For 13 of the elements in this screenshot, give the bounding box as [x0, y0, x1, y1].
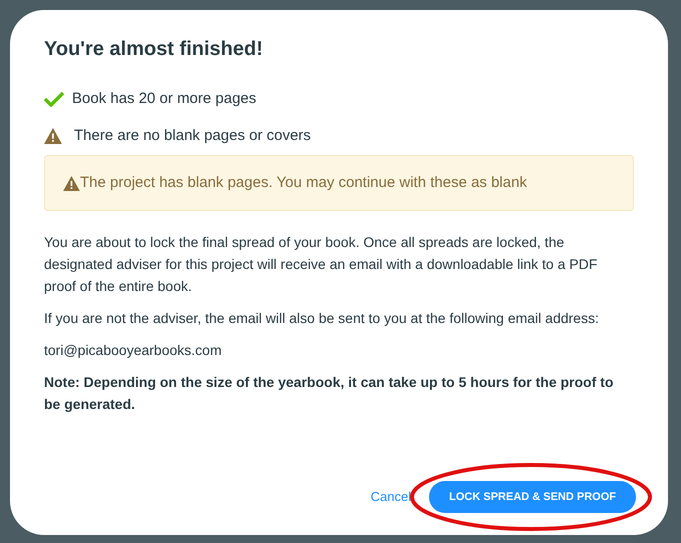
- lock-spread-button[interactable]: LOCK SPREAD & SEND PROOF: [429, 481, 636, 513]
- check-label: Book has 20 or more pages: [72, 89, 256, 109]
- warning-icon: [63, 176, 80, 190]
- alert-text: The project has blank pages. You may continue with these as blank: [80, 172, 527, 193]
- dialog-title: You're almost finished!: [44, 37, 264, 62]
- check-icon: [44, 91, 64, 108]
- warning-icon: [44, 128, 62, 144]
- cancel-button[interactable]: Cancel: [370, 487, 412, 507]
- paragraph: You are about to lock the final spread of your book. Once all spreads are locked, the designated adviser for this project will receive an email with a downloadable link to a PDF proof of the entire book.: [44, 233, 598, 296]
- paragraph: If you are not the adviser, the email will also be sent to you at the following email address:: [44, 309, 600, 328]
- check-label: There are no blank pages or covers: [74, 126, 311, 146]
- paragraph: tori@picabooyearbooks.com: [44, 341, 223, 360]
- paragraph: Note: Depending on the size of the yearbook, it can take up to 5 hours for the proof to be generated.: [44, 373, 614, 414]
